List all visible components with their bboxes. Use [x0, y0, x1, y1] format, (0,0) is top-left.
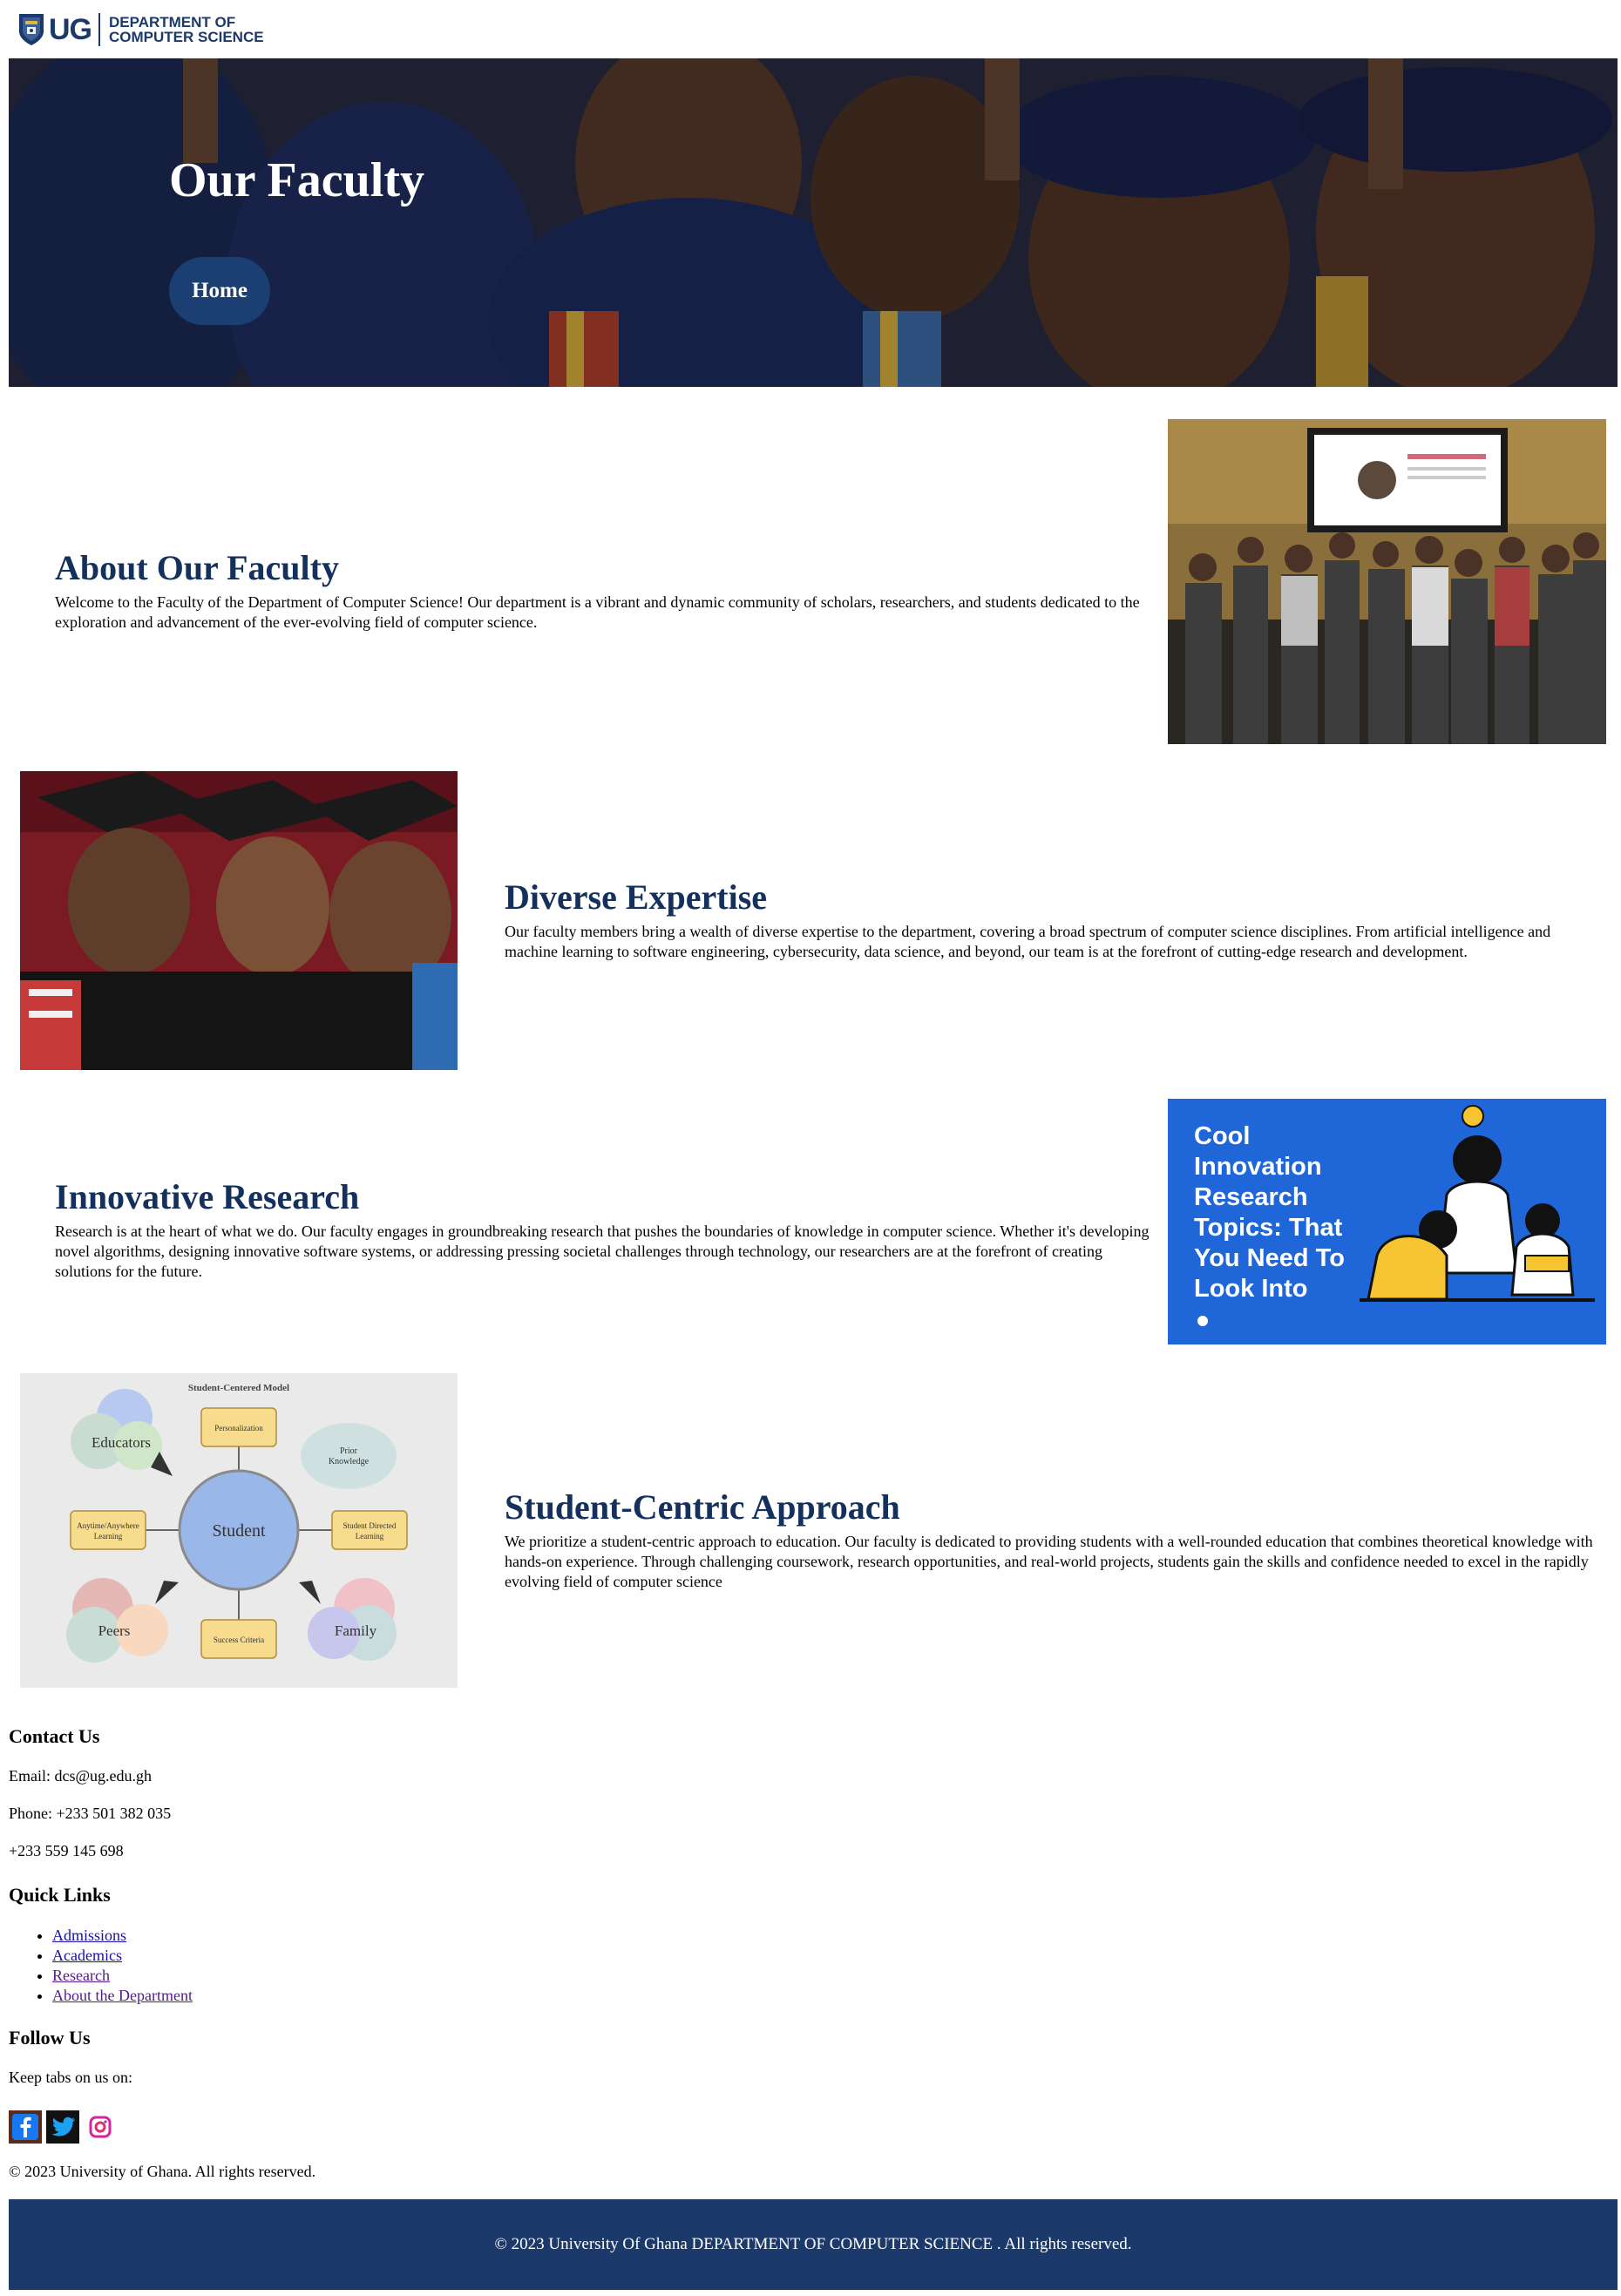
model-anytime-2: Learning — [94, 1532, 123, 1541]
bottom-footer-bar: © 2023 University Of Ghana DEPARTMENT OF… — [9, 2199, 1618, 2290]
model-student: Student — [212, 1521, 266, 1541]
logo-ug-text: UG — [49, 12, 92, 46]
instagram-icon[interactable] — [84, 2110, 117, 2144]
facebook-icon[interactable] — [9, 2110, 42, 2144]
dept-line2: COMPUTER SCIENCE — [109, 29, 264, 45]
page-title: Our Faculty — [169, 153, 424, 207]
logo-divider — [98, 13, 100, 46]
section-text: We prioritize a student-centric approach… — [505, 1533, 1593, 1590]
link-about-department[interactable]: About the Department — [52, 1987, 193, 2004]
link-research[interactable]: Research — [52, 1967, 110, 1984]
twitter-icon[interactable] — [46, 2110, 79, 2144]
expertise-section: Diverse Expertise Our faculty members br… — [505, 878, 1603, 962]
about-section: About Our Faculty Welcome to the Faculty… — [55, 549, 1153, 633]
student-centric-section: Student-Centric Approach We prioritize a… — [505, 1488, 1603, 1592]
site-logo[interactable]: UG DEPARTMENT OF COMPUTER SCIENCE — [17, 10, 264, 49]
model-personalization: Personalization — [214, 1424, 263, 1432]
copyright-text: © 2023 University of Ghana. All rights r… — [9, 2163, 316, 2180]
quick-links-section: Quick Links Admissions Academics Researc… — [9, 1884, 193, 2006]
research-section: Innovative Research Research is at the h… — [55, 1178, 1153, 1282]
contact-phone-1: Phone: +233 501 382 035 — [9, 1805, 172, 1822]
hero-banner: Our Faculty Home — [9, 58, 1618, 387]
section-text: Our faculty members bring a wealth of di… — [505, 923, 1551, 960]
model-title: Student-Centered Model — [188, 1383, 289, 1393]
model-directed-1: Student Directed — [343, 1521, 397, 1530]
bottom-footer-text: © 2023 University Of Ghana DEPARTMENT OF… — [494, 2235, 1132, 2253]
research-topics-image: Cool Innovation Research Topics: That Yo… — [1168, 1099, 1606, 1344]
model-family: Family — [335, 1622, 377, 1639]
dept-line1: DEPARTMENT OF — [109, 14, 236, 30]
follow-text: Keep tabs on us on: — [9, 2069, 132, 2086]
list-item: Academics — [52, 1946, 193, 1966]
list-item: Admissions — [52, 1926, 193, 1946]
hero-overlay — [9, 58, 1618, 387]
list-item: About the Department — [52, 1986, 193, 2006]
link-academics[interactable]: Academics — [52, 1947, 122, 1964]
quick-links-list: Admissions Academics Research About the … — [9, 1926, 193, 2006]
social-icons — [9, 2110, 117, 2144]
section-text: Research is at the heart of what we do. … — [55, 1223, 1150, 1280]
model-anytime-1: Anytime/Anywhere — [77, 1521, 139, 1530]
ug-crest-icon — [19, 14, 44, 45]
contact-section: Contact Us Email: dcs@ug.edu.gh Phone: +… — [9, 1725, 171, 1860]
faculty-group-photo — [1168, 419, 1606, 744]
follow-section: Follow Us Keep tabs on us on: — [9, 2027, 132, 2087]
section-text: Welcome to the Faculty of the Department… — [55, 593, 1140, 631]
research-image-line4: Topics: That — [1194, 1214, 1343, 1242]
model-prior-1: Prior — [340, 1446, 358, 1456]
model-peers: Peers — [98, 1622, 131, 1639]
research-image-line6: Look Into — [1194, 1275, 1307, 1303]
graduates-photo — [20, 771, 458, 1070]
research-image-line2: Innovation — [1194, 1153, 1322, 1181]
home-button[interactable]: Home — [169, 257, 270, 325]
research-image-line3: Research — [1194, 1183, 1308, 1211]
model-educators: Educators — [92, 1434, 151, 1451]
follow-heading: Follow Us — [9, 2027, 91, 2049]
link-admissions[interactable]: Admissions — [52, 1927, 126, 1944]
model-directed-2: Learning — [356, 1532, 384, 1541]
logo-department-text: DEPARTMENT OF COMPUTER SCIENCE — [109, 15, 264, 44]
section-heading: Diverse Expertise — [505, 877, 768, 917]
research-image-line1: Cool — [1194, 1122, 1250, 1150]
model-success: Success Criteria — [214, 1636, 264, 1644]
list-item: Research — [52, 1966, 193, 1986]
research-image-line5: You Need To — [1194, 1244, 1345, 1272]
model-prior-2: Knowledge — [329, 1457, 370, 1466]
section-heading: Student-Centric Approach — [505, 1487, 900, 1527]
contact-heading: Contact Us — [9, 1725, 100, 1747]
contact-email: Email: dcs@ug.edu.gh — [9, 1767, 153, 1785]
section-heading: Innovative Research — [55, 1177, 360, 1216]
section-heading: About Our Faculty — [55, 548, 339, 587]
contact-phone-2: +233 559 145 698 — [9, 1842, 124, 1859]
site-header: UG DEPARTMENT OF COMPUTER SCIENCE — [0, 0, 1621, 58]
quick-links-heading: Quick Links — [9, 1884, 111, 1906]
student-centered-model-image: Student-Centered Model Educators Peers F… — [20, 1373, 458, 1688]
